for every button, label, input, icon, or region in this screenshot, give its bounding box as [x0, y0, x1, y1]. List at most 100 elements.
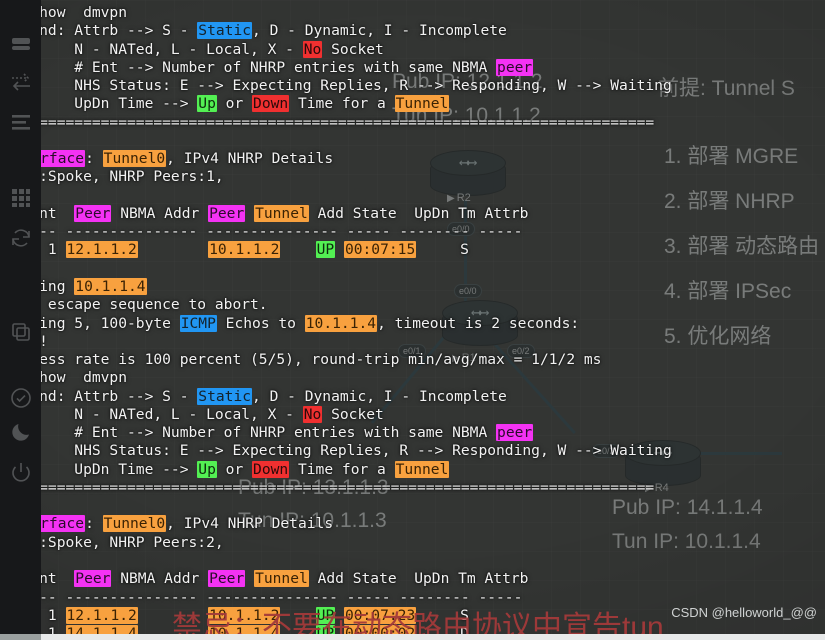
check-circle-icon[interactable] [9, 386, 33, 410]
terminal-text: NHS Status: E --> Expecting Replies, R -… [4, 442, 672, 460]
highlight-orange: Tunnel [254, 204, 309, 222]
terminal-text: Success rate is 100 percent (5/5), round… [4, 351, 602, 369]
highlight-red: Down [252, 95, 290, 113]
terminal-text: ----- --------------- --------------- --… [4, 223, 523, 241]
left-sidebar [0, 0, 41, 640]
copy-icon[interactable] [9, 320, 33, 344]
terminal-text: , D - Dynamic, I - Incomplete [252, 22, 507, 40]
power-icon[interactable] [9, 460, 33, 484]
terminal-line: Type:Spoke, NHRP Peers:1, [4, 168, 825, 186]
highlight-blue: ICMP [179, 314, 217, 332]
moon-icon[interactable] [9, 420, 33, 444]
terminal-line: Legend: Attrb --> S - Static, D - Dynami… [4, 387, 825, 406]
highlight-green: Up [197, 95, 217, 113]
highlight-orange: 00:07:15 [343, 241, 417, 259]
highlight-red: No [302, 405, 323, 423]
terminal-text: Echos to [216, 314, 305, 332]
terminal-line: N - NATed, L - Local, X - No Socket [4, 405, 825, 424]
terminal-line: NHS Status: E --> Expecting Replies, R -… [4, 442, 825, 460]
terminal-line: Interface: Tunnel0, IPv4 NHRP Details [4, 515, 825, 533]
terminal-text: , D - Dynamic, I - Incomplete [252, 387, 507, 405]
terminal-text: ========================================… [4, 478, 655, 496]
highlight-magenta: Peer [208, 204, 246, 222]
terminal-line: UpDn Time --> Up or Down Time for a Tunn… [4, 460, 825, 479]
terminal-line: Success rate is 100 percent (5/5), round… [4, 351, 825, 369]
terminal-line: NHS Status: E --> Expecting Replies, R -… [4, 77, 825, 95]
scrollbar-thumb[interactable] [0, 634, 41, 640]
terminal-text: , IPv4 NHRP Details [166, 150, 334, 168]
terminal-line: ========================================… [4, 114, 825, 132]
highlight-orange: Tunnel [254, 570, 309, 588]
terminal-text: : [85, 150, 103, 168]
highlight-magenta: peer [496, 424, 534, 442]
highlight-orange: Tunnel [394, 95, 450, 113]
terminal-line: Type:Spoke, NHRP Peers:2, [4, 534, 825, 552]
highlight-orange: 12.1.1.2 [65, 606, 138, 624]
terminal-line: # Ent --> Number of NHRP entries with sa… [4, 58, 825, 77]
terminal-text: or [216, 460, 253, 478]
horizontal-scrollbar[interactable] [0, 634, 825, 640]
terminal-line: R3#show dmvpn [4, 4, 825, 22]
list-icon[interactable] [9, 110, 33, 134]
terminal-text: N - NATed, L - Local, X - [4, 405, 303, 423]
highlight-magenta: Peer [74, 570, 112, 588]
terminal-text: Socket [322, 405, 384, 423]
highlight-magenta: peer [496, 58, 534, 76]
transfer-icon[interactable] [9, 70, 33, 94]
terminal-text: N - NATed, L - Local, X - [4, 40, 303, 58]
terminal-line: # Ent Peer NBMA Addr Peer Tunnel Add Sta… [4, 204, 825, 223]
highlight-magenta: Peer [208, 570, 246, 588]
terminal-text: # Ent --> Number of NHRP entries with sa… [4, 58, 497, 76]
terminal-text: # Ent --> Number of NHRP entries with sa… [4, 424, 497, 442]
terminal-text: S [416, 241, 469, 259]
server-icon[interactable] [9, 32, 33, 56]
terminal-line: R3#show dmvpn [4, 369, 825, 387]
terminal-output[interactable]: R3#show dmvpn Legend: Attrb --> S - Stati… [0, 0, 825, 640]
terminal-line: # Ent --> Number of NHRP entries with sa… [4, 424, 825, 442]
terminal-line: # Ent Peer NBMA Addr Peer Tunnel Add Sta… [4, 570, 825, 588]
terminal-text: , timeout is 2 seconds: [377, 314, 580, 332]
refresh-icon[interactable] [9, 226, 33, 250]
highlight-orange: Tunnel0 [102, 515, 167, 533]
terminal-text: Type escape sequence to abort. [4, 296, 268, 314]
terminal-text: , IPv4 NHRP Details [166, 515, 334, 533]
terminal-text: Add State UpDn Tm Attrb [308, 204, 529, 222]
terminal-line: ========================================… [4, 479, 825, 497]
highlight-orange: 10.1.1.2 [208, 241, 281, 259]
terminal-line: N - NATed, L - Local, X - No Socket [4, 40, 825, 59]
terminal-text: NBMA Addr [111, 204, 209, 222]
highlight-red: No [302, 40, 323, 58]
terminal-line: R3#ping 10.1.1.4 [4, 277, 825, 296]
terminal-text: or [216, 95, 253, 113]
highlight-orange: Tunnel0 [102, 150, 167, 168]
screenshot-root: ⟷⟷ ▶R2 e0/0 ⟷⟷ e0/0 ▶R1 e0/1 e0/2 ⟷⟷ e0/… [0, 0, 825, 640]
highlight-magenta: Peer [74, 204, 112, 222]
terminal-text: : [85, 515, 103, 533]
terminal-line: UpDn Time --> Up or Down Time for a Tunn… [4, 95, 825, 113]
highlight-orange: Tunnel [394, 460, 450, 478]
highlight-blue: Static [197, 22, 253, 40]
highlight-orange: 10.1.1.4 [74, 277, 147, 295]
highlight-blue: Static [197, 387, 253, 405]
terminal-line: 1 12.1.1.2 10.1.1.2 UP 00:07:15 S [4, 241, 825, 259]
terminal-text: Socket [322, 40, 384, 58]
terminal-text: NHS Status: E --> Expecting Replies, R -… [4, 77, 672, 95]
terminal-line: Type escape sequence to abort. [4, 296, 825, 314]
terminal-line: !!!!! [4, 333, 825, 351]
apps-grid-icon[interactable] [9, 186, 33, 210]
terminal-text: ========================================… [4, 113, 655, 131]
highlight-green: UP [315, 241, 336, 259]
highlight-orange: 12.1.1.2 [65, 241, 138, 259]
watermark-text: CSDN @helloworld_@@ [671, 605, 817, 620]
highlight-orange: 10.1.1.4 [304, 314, 378, 332]
terminal-text: NBMA Addr [111, 570, 209, 588]
